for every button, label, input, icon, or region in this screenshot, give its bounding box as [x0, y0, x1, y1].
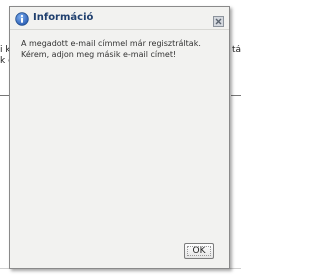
background-text-left-line1: i k: [0, 45, 9, 55]
ok-button[interactable]: OK: [184, 243, 214, 259]
background-text-right-line1: tán: [232, 45, 241, 55]
info-icon: [15, 11, 29, 26]
dialog-message-line1: A megadott e-mail címmel már regisztrált…: [21, 39, 201, 48]
background-divider-right: [231, 95, 241, 96]
background-divider-left: [0, 95, 9, 96]
dialog-title-bar[interactable]: Információ: [10, 7, 229, 30]
background-text-left-line2: k e: [0, 56, 9, 66]
dialog-message-line2: Kérem, adjon meg másik e-mail címet!: [21, 50, 177, 59]
close-icon[interactable]: [213, 12, 224, 27]
screen: i k k e tán I: [0, 0, 241, 277]
dialog-title: Információ: [33, 12, 94, 23]
dialog-message: A megadott e-mail címmel már regisztrált…: [21, 38, 226, 60]
background-text-right: tán: [232, 45, 241, 56]
info-dialog: Információ A megadott e-mail címmel már …: [9, 6, 230, 269]
background-text-left: i k k e: [0, 45, 9, 67]
